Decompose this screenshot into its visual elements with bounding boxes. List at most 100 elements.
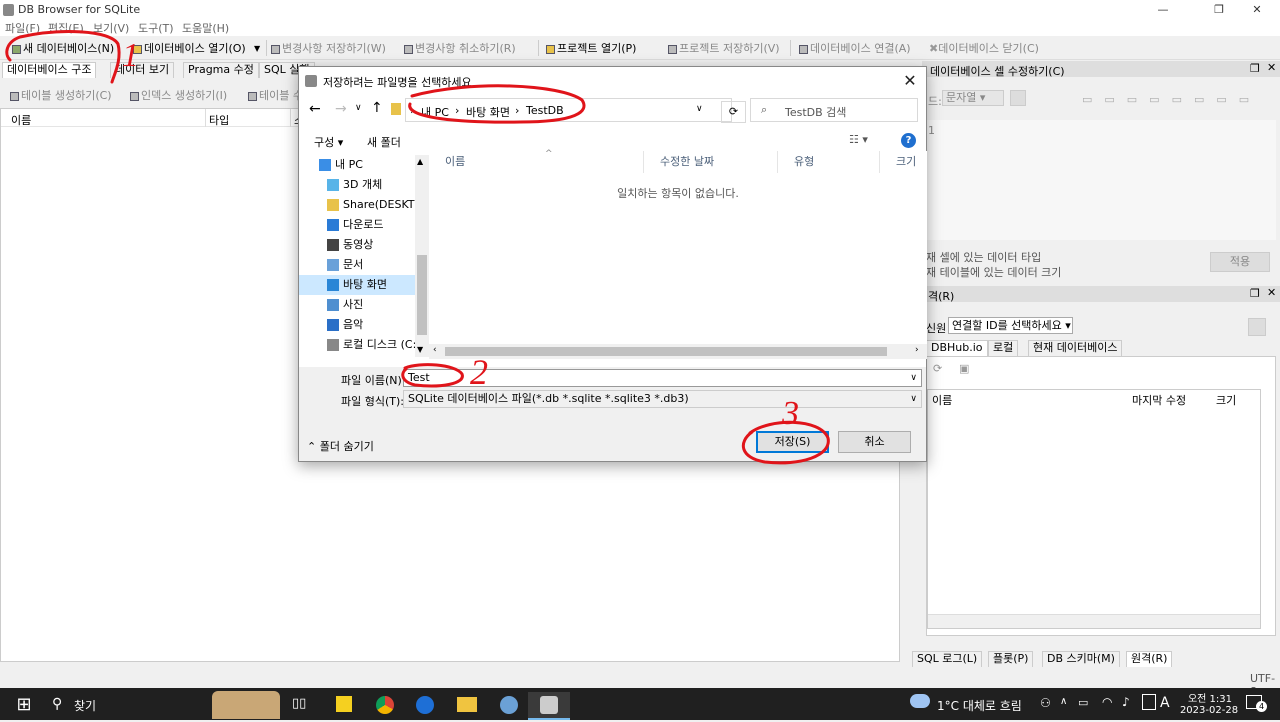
tab-edit-pragmas[interactable]: Pragma 수정 [183,62,259,78]
remote-file-list[interactable]: 이름 마지막 수정 크기 [927,389,1261,629]
dock-tab-sql-log[interactable]: SQL 로그(L) [912,651,983,667]
auto-switch-icon[interactable] [1010,90,1026,106]
db-browser-icon[interactable] [528,692,570,720]
search-icon[interactable]: ⚲ [52,696,62,712]
cancel-button[interactable]: 취소 [838,431,911,453]
file-scroll-thumb[interactable] [445,347,887,356]
column-type[interactable]: 유형 [778,151,880,173]
save-button[interactable]: 저장(S) [756,431,829,453]
filename-input[interactable]: Test ∨ [403,369,922,387]
weather-text[interactable]: 1°C 대체로 흐림 [937,697,1022,714]
file-hscrollbar[interactable]: ‹ › [429,344,927,359]
minimize-icon[interactable]: — [1140,0,1186,20]
mode-select[interactable]: 문자열 ▾ [942,90,1004,106]
remote-settings-icon[interactable] [1248,318,1266,336]
menu-tools[interactable]: 도구(T) [138,20,174,36]
nav-item-network-share[interactable]: Share(DESKTOP [299,195,415,215]
edit-cell-tools[interactable]: ▭▭▭▭▭▭▭▭ [1082,93,1261,106]
show-hidden-icons-icon[interactable]: ∧ [1060,696,1067,707]
apply-button[interactable]: 적용 [1210,252,1270,272]
refresh-icon[interactable]: ⟳ [721,101,746,123]
nav-item-drive[interactable]: 로컬 디스크 (C:) [299,335,415,355]
task-view-icon[interactable]: ▯▯ [292,696,306,711]
nav-scrollbar[interactable]: ▲ ▼ [415,155,429,357]
ime-indicator[interactable]: A [1160,695,1170,711]
nav-item-3d-objects[interactable]: 3D 개체 [299,175,415,195]
menu-edit[interactable]: 편집(E) [48,20,84,36]
recent-locations-icon[interactable]: ∨ [355,103,362,113]
revert-changes-button[interactable]: 변경사항 취소하기(R) [404,40,516,56]
search-input[interactable]: ⌕ TestDB 검색 [750,98,918,122]
organize-button[interactable]: 구성 ▾ [314,134,343,150]
file-explorer-icon[interactable] [454,692,494,720]
remote-column-name[interactable]: 이름 [932,392,952,408]
attach-database-button[interactable]: 데이터베이스 연결(A) [799,40,911,56]
open-database-dropdown-icon[interactable]: ▼ [254,44,260,53]
create-index-button[interactable]: 인덱스 생성하기(I) [130,87,227,103]
dock-tab-remote[interactable]: 원격(R) [1126,651,1173,667]
volume-icon[interactable]: ♪ [1122,695,1130,709]
save-project-button[interactable]: 프로젝트 저장하기(V) [668,40,780,56]
remote-tab-current[interactable]: 현재 데이터베이스 [1028,340,1123,356]
column-name[interactable]: 이름 [11,112,31,128]
nav-item-video[interactable]: 동영상 [299,235,415,255]
nav-item-pictures[interactable]: 사진 [299,295,415,315]
cell-editor[interactable]: 1 [926,120,1276,240]
scroll-up-icon[interactable]: ▲ [417,157,423,166]
undock-icon[interactable]: ❐ [1250,62,1260,75]
close-database-button[interactable]: ✖데이터베이스 닫기(C) [929,40,1039,56]
dock-tab-db-schema[interactable]: DB 스키마(M) [1042,651,1120,667]
menu-help[interactable]: 도움말(H) [182,20,229,36]
chrome-icon[interactable] [372,692,412,720]
new-folder-button[interactable]: 새 폴더 [367,134,401,150]
filetype-select[interactable]: SQLite 데이터베이스 파일(*.db *.sqlite *.sqlite3… [403,390,922,408]
close-dock-icon[interactable]: ✕ [1267,286,1276,299]
up-icon[interactable]: ↑ [371,100,383,116]
write-changes-button[interactable]: 변경사항 저장하기(W) [271,40,386,56]
open-database-button[interactable]: 데이터베이스 열기(O) [133,40,246,56]
remote-column-modified[interactable]: 마지막 수정 [1132,392,1186,408]
open-project-button[interactable]: 프로젝트 열기(P) [546,40,636,56]
clone-icon[interactable]: ▣ [959,362,969,375]
remote-tab-local[interactable]: 로컬 [988,340,1019,356]
column-size[interactable]: 크기 [880,151,927,173]
column-type[interactable]: 타입 [209,112,229,128]
create-table-button[interactable]: 테이블 생성하기(C) [10,87,112,103]
nav-item-music[interactable]: 음악 [299,315,415,335]
nav-scroll-thumb[interactable] [417,255,427,335]
help-icon[interactable]: ? [901,133,916,148]
clock-date[interactable]: 2023-02-28 [1178,705,1240,716]
modify-table-button[interactable]: 테이블 수 [248,87,303,103]
tab-database-structure[interactable]: 데이터베이스 구조 [2,62,97,78]
close-dock-icon[interactable]: ✕ [1267,61,1276,74]
column-date-modified[interactable]: 수정한 날짜 [644,151,778,173]
breadcrumb-item[interactable]: 바탕 화면 [466,104,510,120]
file-list[interactable]: 이름 ^ 수정한 날짜 유형 크기 일치하는 항목이 없습니다. ‹ › [429,149,927,359]
network-icon[interactable]: ◠ [1102,695,1112,709]
weather-icon[interactable] [910,694,930,708]
close-icon[interactable]: ✕ [1234,0,1280,20]
menu-file[interactable]: 파일(F) [5,20,40,36]
nav-item-document[interactable]: 문서 [299,255,415,275]
scroll-left-icon[interactable]: ‹ [433,345,437,355]
address-bar[interactable]: › 내 PC › 바탕 화면 › TestDB ∨ [405,98,732,122]
battery-icon[interactable]: ▭ [1078,696,1088,709]
onedrive-icon[interactable] [1142,694,1156,710]
clock-time[interactable]: 오전 1:31 [1182,690,1238,705]
nav-item-download[interactable]: 다운로드 [299,215,415,235]
address-dropdown-icon[interactable]: ∨ [696,104,703,114]
breadcrumb-item[interactable]: TestDB [526,104,564,117]
sticky-notes-icon[interactable] [332,692,372,720]
back-icon[interactable]: ← [309,101,321,117]
remote-column-size[interactable]: 크기 [1216,392,1236,408]
identity-select[interactable]: 연결할 ID를 선택하세요 ▾ [948,317,1073,334]
app-blue-icon[interactable] [412,692,452,720]
new-database-button[interactable]: 새 데이터베이스(N) [12,40,114,56]
remote-hscrollbar[interactable] [928,614,1260,628]
dock-tab-plot[interactable]: 플롯(P) [988,651,1034,667]
refresh-icon[interactable]: ⟳ [933,362,942,375]
scroll-right-icon[interactable]: › [915,345,919,355]
scroll-down-icon[interactable]: ▼ [417,345,423,354]
nav-item-pc[interactable]: 내 PC [299,155,415,175]
dialog-close-icon[interactable]: ✕ [900,71,920,90]
